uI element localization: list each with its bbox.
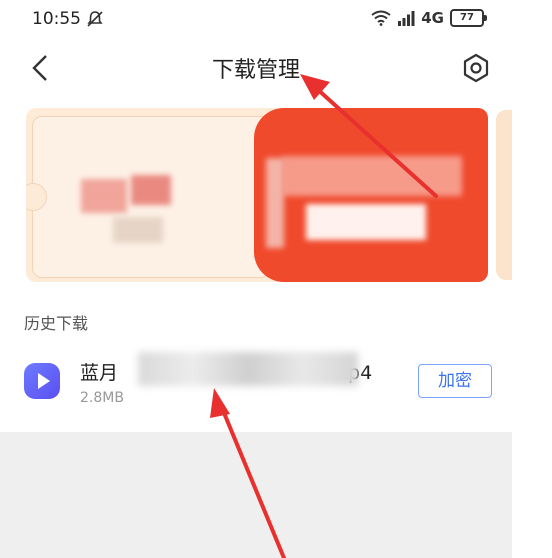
app-screen: 10:55 4G 77 下载管理 历史下载 蓝月 2.8MB 加密 [0, 0, 512, 432]
next-banner-peek [496, 110, 512, 280]
download-item[interactable]: 蓝月np4 2.8MB 加密 [0, 346, 512, 416]
status-indicators: 4G 77 [371, 9, 487, 27]
battery-icon: 77 [450, 9, 487, 27]
promo-banner[interactable] [26, 108, 488, 282]
wifi-icon [371, 10, 391, 26]
ticket-right-panel [254, 108, 488, 282]
encrypt-button[interactable]: 加密 [418, 364, 492, 398]
signal-icon [398, 11, 415, 26]
status-time: 10:55 [32, 9, 81, 29]
page-title: 下载管理 [211, 58, 300, 83]
right-edge-strip [512, 0, 552, 558]
video-play-icon [24, 363, 60, 399]
redacted-file-name [138, 352, 358, 386]
gear-icon [463, 53, 489, 83]
network-type: 4G [421, 9, 444, 27]
status-bar: 10:55 4G 77 [0, 0, 512, 40]
mute-bell-icon [87, 11, 103, 27]
settings-button[interactable] [458, 48, 494, 88]
ticket-left-panel [26, 116, 270, 278]
section-title-history: 历史下载 [24, 314, 89, 333]
file-size: 2.8MB [80, 390, 124, 406]
file-name-prefix: 蓝月 [80, 362, 119, 384]
header: 下载管理 [0, 40, 512, 96]
